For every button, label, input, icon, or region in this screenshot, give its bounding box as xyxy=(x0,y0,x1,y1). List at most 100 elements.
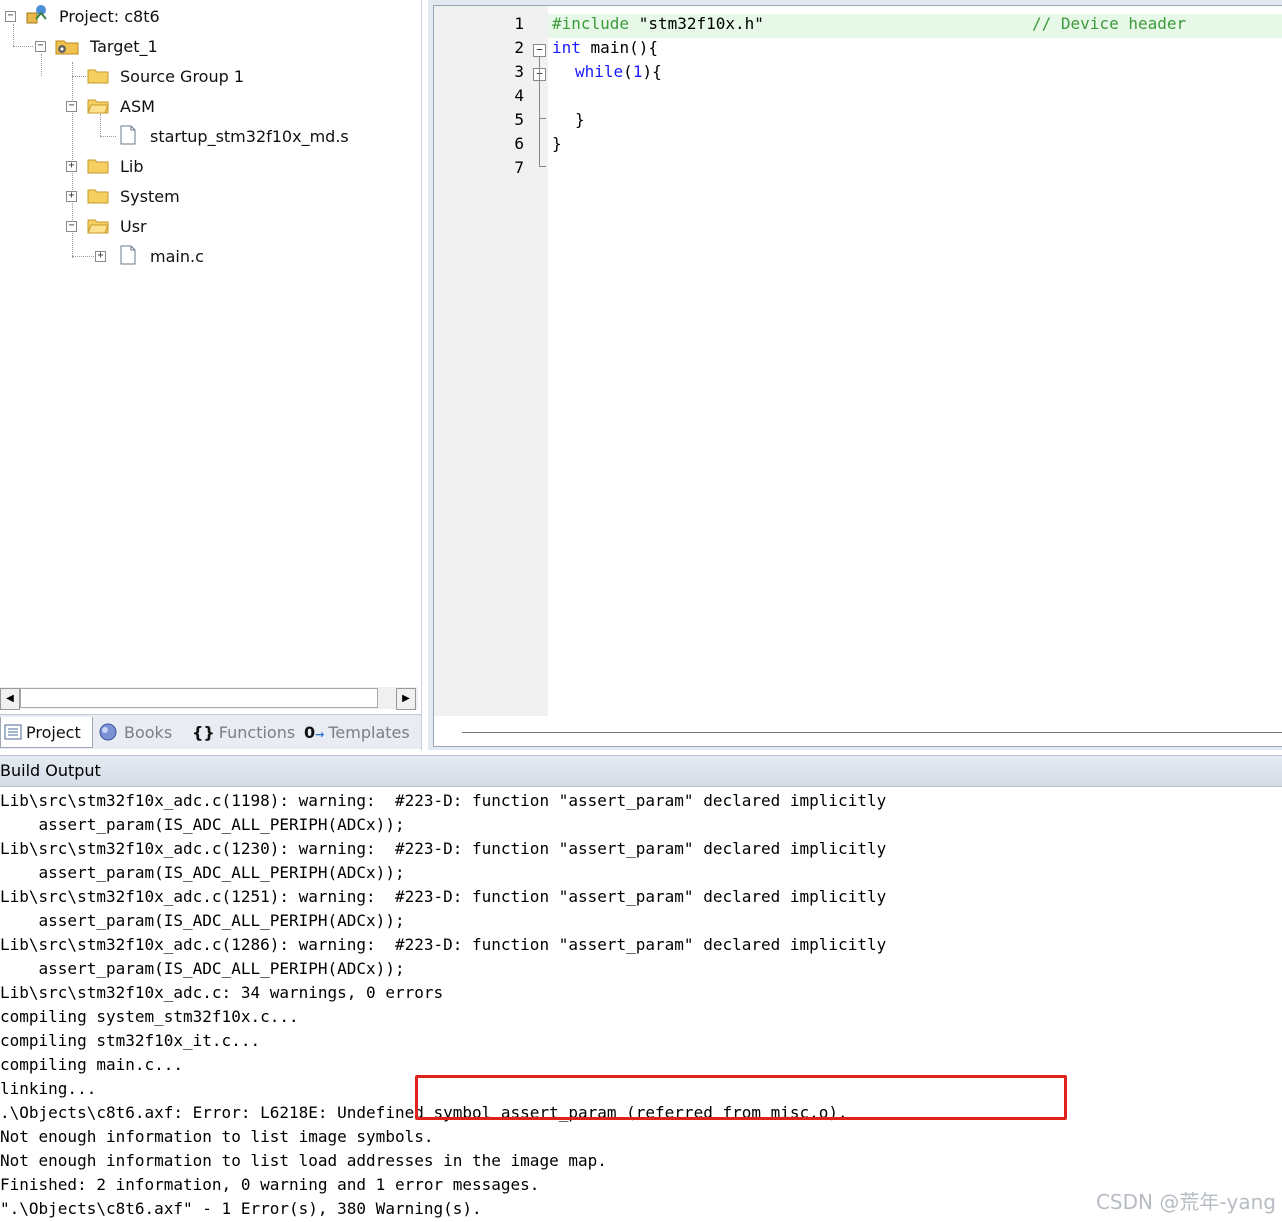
output-line: Lib\src\stm32f10x_adc.c(1286): warning: … xyxy=(0,935,887,954)
tree-item-label: ASM xyxy=(120,96,155,116)
tab-label: Books xyxy=(124,722,173,742)
code-comment: // Device header xyxy=(1032,14,1186,33)
file-icon xyxy=(120,125,136,145)
code-text: main(){ xyxy=(590,38,658,57)
line-number: 6 xyxy=(514,134,524,153)
code-text: ( xyxy=(623,62,633,81)
tab-books[interactable]: Books xyxy=(96,717,180,747)
target-icon xyxy=(55,40,79,55)
tree-item-target[interactable]: Target_1 xyxy=(90,33,158,59)
tab-templates[interactable]: 0→ Templates xyxy=(304,717,414,747)
code-line-6: } xyxy=(552,134,562,153)
watermark: CSDN @荒年-yang xyxy=(1095,1190,1276,1214)
project-root-icon xyxy=(26,5,47,24)
build-output-header: Build Output xyxy=(0,755,1282,787)
tree-item-source-group[interactable]: Source Group 1 xyxy=(120,63,244,89)
folder-icon xyxy=(87,69,109,84)
books-icon xyxy=(99,723,117,741)
open-folder-icon xyxy=(87,219,109,234)
scroll-left-icon[interactable]: ◀ xyxy=(0,688,20,710)
string-literal: "stm32f10x.h" xyxy=(638,14,764,33)
line-number: 2 xyxy=(514,38,524,57)
tree-item-label: main.c xyxy=(150,246,204,266)
tree-line xyxy=(72,76,86,77)
build-output-title: Build Output xyxy=(0,761,101,780)
preprocessor-directive: #include xyxy=(552,14,630,33)
line-number: 7 xyxy=(514,158,524,177)
code-line-1: #include "stm32f10x.h" xyxy=(552,14,764,33)
keyword: while xyxy=(575,62,624,81)
collapse-toggle[interactable]: − xyxy=(35,41,46,52)
output-line: linking... xyxy=(0,1079,97,1098)
fold-line xyxy=(539,118,546,119)
number-literal: 1 xyxy=(632,62,643,81)
line-number: 4 xyxy=(514,86,524,105)
fold-column xyxy=(528,6,548,716)
tree-line xyxy=(13,24,14,46)
output-line: Not enough information to list image sym… xyxy=(0,1127,434,1146)
tab-label: Functions xyxy=(218,722,296,742)
tree-item-startup-file[interactable]: startup_stm32f10x_md.s xyxy=(150,123,349,149)
expand-toggle[interactable]: + xyxy=(66,161,77,172)
output-line: assert_param(IS_ADC_ALL_PERIPH(ADCx)); xyxy=(0,959,405,978)
output-line: Lib\src\stm32f10x_adc.c: 34 warnings, 0 … xyxy=(0,983,444,1002)
code-line-5: } xyxy=(575,110,585,129)
code-text: } xyxy=(552,134,562,153)
tree-item-label: System xyxy=(120,186,180,206)
tree-item-label: Target_1 xyxy=(90,36,158,56)
output-line: ".\Objects\c8t6.axf" - 1 Error(s), 380 W… xyxy=(0,1199,482,1218)
output-line: assert_param(IS_ADC_ALL_PERIPH(ADCx)); xyxy=(0,911,405,930)
tree-item-label: Project: c8t6 xyxy=(59,6,160,26)
tree-item-asm[interactable]: ASM xyxy=(120,93,155,119)
comment-text: // Device header xyxy=(1032,14,1187,33)
output-line: compiling system_stm32f10x.c... xyxy=(0,1007,299,1026)
tree-line xyxy=(13,46,33,47)
templates-icon: 0→ xyxy=(304,722,325,742)
collapse-toggle[interactable]: − xyxy=(66,101,77,112)
folder-icon xyxy=(87,159,109,174)
fold-toggle[interactable]: − xyxy=(533,44,546,57)
project-icon xyxy=(4,724,22,740)
tree-item-label: Usr xyxy=(120,216,147,236)
collapse-toggle[interactable]: − xyxy=(66,221,77,232)
editor-area[interactable]: 1 2 3 4 5 6 7 − − #include "stm32f10x.h"… xyxy=(433,5,1282,747)
scroll-right-icon[interactable]: ▶ xyxy=(396,688,416,710)
file-icon xyxy=(120,245,136,265)
output-line: assert_param(IS_ADC_ALL_PERIPH(ADCx)); xyxy=(0,815,405,834)
project-panel: − Project: c8t6 − Target_1 Source Group … xyxy=(0,0,422,750)
code-editor: 1 2 3 4 5 6 7 − − #include "stm32f10x.h"… xyxy=(428,0,1282,750)
folder-icon xyxy=(87,189,109,204)
editor-horizontal-scrollbar[interactable] xyxy=(462,732,1282,733)
output-line: compiling stm32f10x_it.c... xyxy=(0,1031,261,1050)
tree-line xyxy=(100,114,101,136)
scrollbar-thumb[interactable] xyxy=(20,688,378,708)
code-line-3: while(1){ xyxy=(575,62,662,81)
output-line: Lib\src\stm32f10x_adc.c(1230): warning: … xyxy=(0,839,887,858)
tab-project[interactable]: Project xyxy=(0,717,93,748)
tree-line xyxy=(100,136,116,137)
tab-label: Project xyxy=(26,722,81,742)
fold-line xyxy=(539,166,546,167)
line-number: 3 xyxy=(514,62,524,81)
horizontal-scrollbar[interactable]: ◀ ▶ xyxy=(0,687,418,710)
panel-tabs: Project Books {} Functions 0→ Templates xyxy=(0,714,421,749)
tree-item-label: Source Group 1 xyxy=(120,66,245,86)
collapse-toggle[interactable]: − xyxy=(5,11,16,22)
error-highlight-box xyxy=(415,1075,1067,1120)
code-line-2: int main(){ xyxy=(552,38,658,57)
tree-line xyxy=(41,54,42,76)
output-line: Not enough information to list load addr… xyxy=(0,1151,607,1170)
tree-item-usr[interactable]: Usr xyxy=(120,213,147,239)
expand-toggle[interactable]: + xyxy=(95,251,106,262)
open-folder-icon xyxy=(87,99,109,114)
expand-toggle[interactable]: + xyxy=(66,191,77,202)
tree-item-main-c[interactable]: main.c xyxy=(150,243,204,269)
tab-functions[interactable]: {} Functions xyxy=(192,717,296,747)
tree-item-lib[interactable]: Lib xyxy=(120,153,144,179)
tree-item-project-root[interactable]: Project: c8t6 xyxy=(59,3,160,29)
tree-item-label: startup_stm32f10x_md.s xyxy=(150,126,349,146)
tree-item-system[interactable]: System xyxy=(120,183,180,209)
line-number: 1 xyxy=(514,14,524,33)
tree-item-label: Lib xyxy=(120,156,144,176)
fold-line xyxy=(539,57,540,167)
